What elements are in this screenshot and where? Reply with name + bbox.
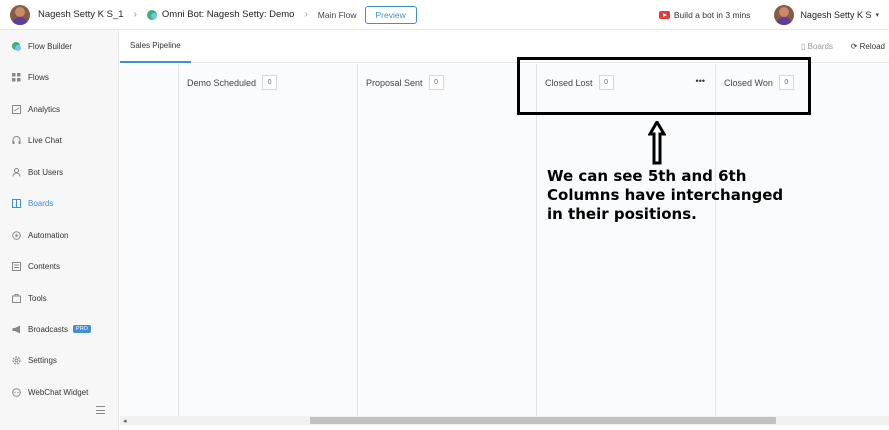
- board-column: Closed Won 0: [715, 64, 889, 416]
- user-avatar[interactable]: [774, 5, 795, 25]
- sidebar-item-tools[interactable]: Tools: [0, 288, 119, 308]
- sidebar-item-label: Analytics: [28, 104, 61, 114]
- tab-sales-pipeline[interactable]: Sales Pipeline: [120, 30, 191, 63]
- board-column: Closed Lost 0 •••: [536, 64, 715, 416]
- caret-down-icon[interactable]: ▾: [875, 11, 879, 19]
- board-column: Proposal Sent 0: [357, 64, 536, 416]
- sidebar-item-label: Flow Builder: [28, 41, 73, 51]
- scroll-left-icon[interactable]: ◂: [123, 417, 127, 425]
- flow-builder-icon: [12, 41, 21, 51]
- boards-link-label: Boards: [807, 42, 833, 51]
- chevron-right-icon: ›: [304, 9, 308, 20]
- kanban-board: Demo Scheduled 0 Proposal Sent 0 Closed …: [120, 64, 889, 416]
- flow-name[interactable]: Main Flow: [318, 10, 357, 20]
- sidebar-item-label: Tools: [28, 293, 47, 303]
- column-count: 0: [428, 75, 444, 90]
- sidebar-item-broadcasts[interactable]: Broadcasts PRO: [0, 319, 119, 339]
- sidebar-item-boards[interactable]: Boards: [0, 193, 119, 213]
- pro-badge: PRO: [73, 325, 91, 333]
- boards-icon: ▯: [801, 42, 808, 51]
- preview-button[interactable]: Preview: [364, 5, 417, 24]
- megaphone-icon: [12, 325, 21, 334]
- automation-icon: [12, 230, 21, 240]
- sidebar-item-settings[interactable]: Settings: [0, 350, 119, 370]
- sidebar-item-contents[interactable]: Contents: [0, 256, 119, 276]
- build-bot-link[interactable]: Build a bot in 3 mins: [674, 10, 751, 20]
- user-icon: [12, 167, 21, 177]
- column-title: Proposal Sent: [366, 77, 423, 88]
- annotation-line: Columns have interchanged: [547, 186, 784, 204]
- sidebar-item-label: WebChat Widget: [28, 387, 89, 397]
- bot-icon: [146, 9, 157, 20]
- sidebar-item-label: Bot Users: [28, 167, 64, 177]
- column-title: Demo Scheduled: [187, 77, 257, 88]
- annotation-line: in their positions.: [547, 205, 697, 223]
- top-right-controls: Build a bot in 3 mins Nagesh Setty K S ▾: [658, 0, 879, 30]
- breadcrumb: Nagesh Setty K S_1 › Omni Bot: Nagesh Se…: [0, 4, 417, 25]
- sidebar-item-label: Broadcasts: [28, 324, 69, 334]
- board-column: Demo Scheduled 0: [178, 64, 357, 416]
- sidebar-item-label: Flows: [28, 72, 49, 82]
- sidebar-item-label: Contents: [28, 261, 61, 271]
- sidebar: Flow Builder Flows Analytics Live Chat B…: [0, 30, 119, 430]
- sidebar-item-webchat-widget[interactable]: WebChat Widget: [0, 382, 119, 402]
- annotation-text: We can see 5th and 6th Columns have inte…: [547, 167, 837, 224]
- youtube-icon: [658, 11, 670, 19]
- bot-name[interactable]: Omni Bot: Nagesh Setty: Demo: [162, 9, 295, 20]
- annotation-highlight-box: [517, 57, 811, 115]
- gear-icon: [12, 356, 21, 365]
- webchat-icon: [12, 387, 21, 397]
- annotation-arrow-icon: [648, 121, 666, 165]
- column-header: Proposal Sent 0: [366, 75, 444, 90]
- sidebar-item-automation[interactable]: Automation: [0, 225, 119, 245]
- tools-icon: [12, 293, 21, 303]
- reload-icon: ⟳: [850, 42, 860, 51]
- analytics-icon: [12, 104, 21, 114]
- workspace-avatar[interactable]: [10, 4, 30, 25]
- chevron-right-icon: ›: [133, 9, 137, 20]
- sidebar-item-analytics[interactable]: Analytics: [0, 99, 119, 119]
- sidebar-item-label: Boards: [28, 198, 54, 208]
- reload-button[interactable]: ⟳ Reload: [851, 42, 885, 51]
- sidebar-item-label: Automation: [28, 230, 69, 240]
- flows-icon: [12, 72, 21, 82]
- top-bar: Nagesh Setty K S_1 › Omni Bot: Nagesh Se…: [0, 0, 889, 30]
- board-column-partial: [120, 64, 178, 416]
- boards-icon: [12, 198, 21, 208]
- sidebar-item-flows[interactable]: Flows: [0, 67, 119, 87]
- sidebar-item-label: Live Chat: [28, 135, 62, 145]
- scrollbar-thumb[interactable]: [310, 417, 776, 424]
- contents-icon: [12, 261, 21, 271]
- annotation-line: We can see 5th and 6th: [547, 167, 747, 185]
- reload-label: Reload: [859, 42, 885, 51]
- sidebar-item-live-chat[interactable]: Live Chat: [0, 130, 119, 150]
- workspace-name[interactable]: Nagesh Setty K S_1: [38, 9, 124, 20]
- column-header: Demo Scheduled 0: [187, 75, 278, 90]
- headset-icon: [12, 135, 21, 145]
- sidebar-item-flow-builder[interactable]: Flow Builder: [0, 36, 119, 56]
- sidebar-item-label: Settings: [28, 355, 57, 365]
- boards-link[interactable]: ▯ Boards: [801, 42, 833, 51]
- sidebar-item-bot-users[interactable]: Bot Users: [0, 162, 119, 182]
- horizontal-scrollbar[interactable]: ◂: [120, 416, 889, 425]
- user-name[interactable]: Nagesh Setty K S: [800, 10, 871, 20]
- menu-collapse-icon[interactable]: [96, 406, 105, 414]
- column-count: 0: [262, 75, 278, 90]
